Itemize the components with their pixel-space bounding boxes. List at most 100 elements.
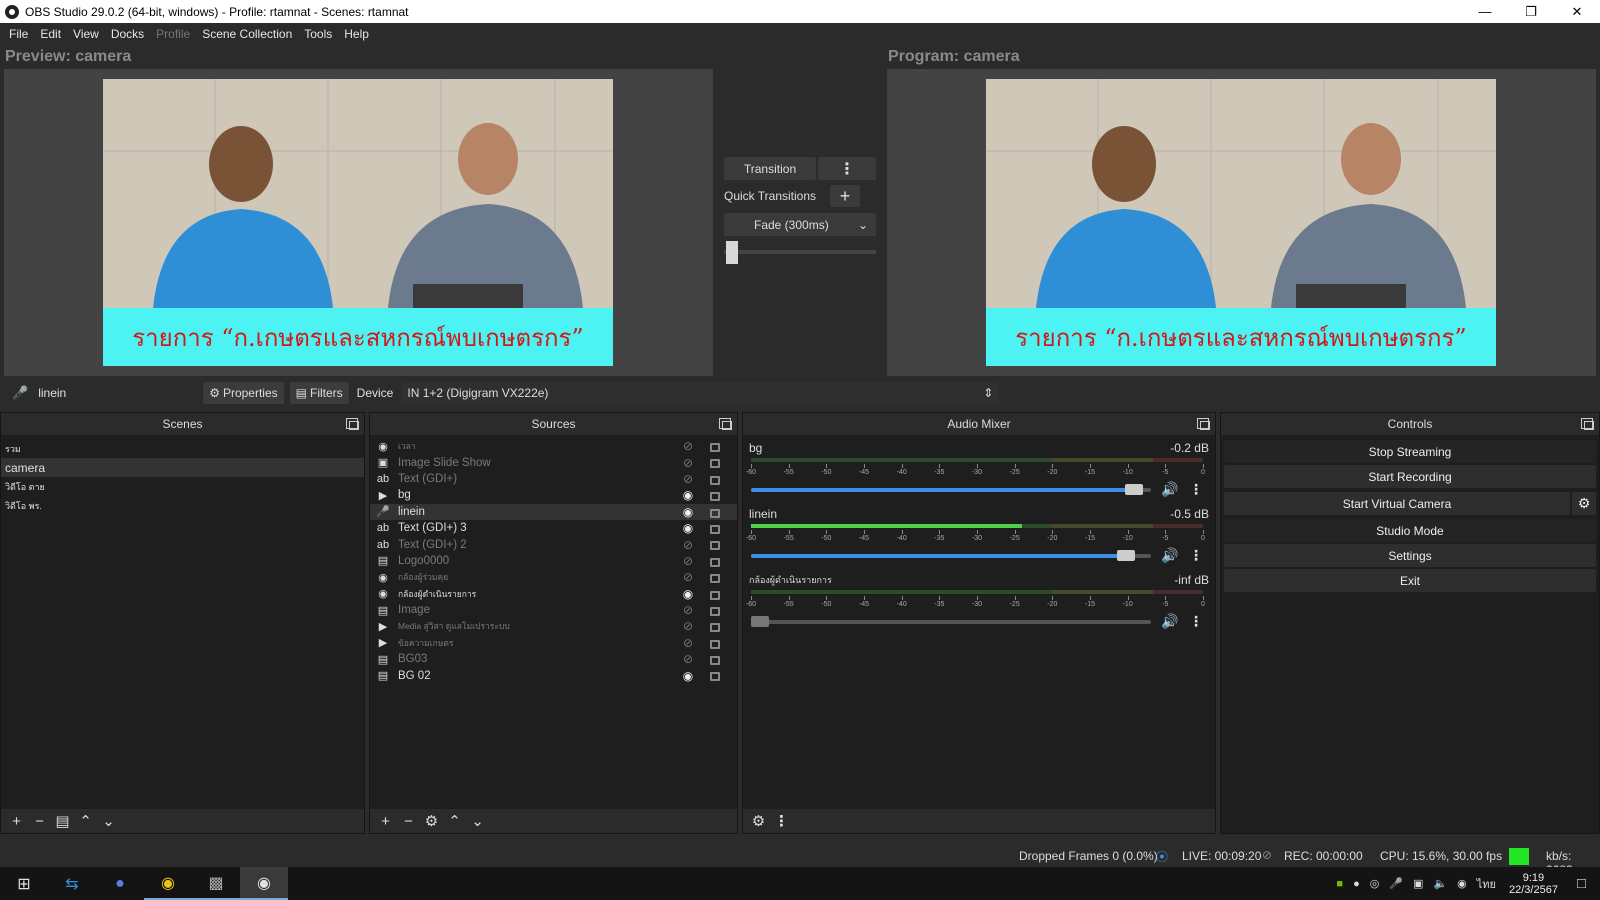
source-item[interactable]: ▤ Image ⊘ (370, 602, 737, 618)
exit-button[interactable]: Exit (1224, 569, 1596, 592)
menu-help[interactable]: Help (338, 27, 375, 41)
add-source-plus-icon[interactable]: + (374, 813, 397, 830)
speaker-mute-icon[interactable]: 🔊 (1161, 481, 1178, 498)
scene-item[interactable]: รวม (1, 439, 364, 458)
t-bar-handle[interactable] (726, 241, 738, 264)
move-down-icon[interactable]: ⌄ (466, 812, 489, 830)
source-properties-gear-icon[interactable]: ⚙ (420, 812, 443, 830)
source-item[interactable]: ab Text (GDI+) 3 ◉ (370, 520, 737, 536)
channel-menu-dots-icon[interactable]: ⋮ (1189, 481, 1203, 498)
eye-hidden-icon[interactable]: ⊘ (680, 538, 696, 552)
menu-docks[interactable]: Docks (105, 27, 150, 41)
speaker-mute-icon[interactable]: 🔊 (1161, 547, 1178, 564)
menu-profile[interactable]: Profile (150, 27, 196, 41)
eye-hidden-icon[interactable]: ⊘ (680, 652, 696, 666)
undock-icon[interactable] (346, 418, 359, 430)
clock[interactable]: 9:19 22/3/2567 (1509, 872, 1558, 896)
lock-icon[interactable] (710, 590, 720, 600)
move-up-icon[interactable]: ⌃ (443, 812, 466, 830)
app-tray-icon[interactable]: ● (1353, 878, 1360, 890)
remove-scene-minus-icon[interactable]: − (28, 813, 51, 830)
lock-icon[interactable] (710, 459, 720, 469)
menu-view[interactable]: View (67, 27, 105, 41)
add-transition-plus-icon[interactable]: + (830, 185, 860, 207)
lock-icon[interactable] (710, 557, 720, 567)
language-indicator[interactable]: ไทย (1477, 875, 1496, 893)
t-bar-track[interactable] (724, 250, 876, 254)
undock-icon[interactable] (1581, 418, 1594, 430)
scene-item[interactable]: camera (1, 458, 364, 477)
lock-icon[interactable] (710, 475, 720, 485)
eye-hidden-icon[interactable]: ⊘ (680, 456, 696, 470)
obs-tray-icon[interactable]: ◉ (1457, 877, 1467, 890)
fader-knob[interactable] (1125, 484, 1143, 495)
device-select[interactable]: IN 1+2 (Digigram VX222e) ⇕ (401, 382, 1000, 404)
menu-file[interactable]: File (3, 27, 34, 41)
transition-button[interactable]: Transition (724, 157, 816, 180)
source-item[interactable]: ▤ BG03 ⊘ (370, 651, 737, 667)
fader-knob[interactable] (1117, 550, 1135, 561)
volume-fader[interactable] (751, 616, 1151, 627)
lock-icon[interactable] (710, 508, 720, 518)
close-button[interactable]: ✕ (1554, 0, 1600, 23)
add-scene-plus-icon[interactable]: + (5, 813, 28, 830)
source-item[interactable]: ◉ กล้องผู้ดำเนินรายการ ◉ (370, 586, 737, 602)
channel-menu-dots-icon[interactable]: ⋮ (1189, 547, 1203, 564)
source-item[interactable]: ▤ Logo0000 ⊘ (370, 553, 737, 569)
source-item[interactable]: 🎤 linein ◉ (370, 503, 737, 520)
speaker-mute-icon[interactable]: 🔊 (1161, 613, 1178, 630)
remove-source-minus-icon[interactable]: − (397, 813, 420, 830)
eye-hidden-icon[interactable]: ⊘ (680, 554, 696, 568)
settings-button[interactable]: Settings (1224, 544, 1596, 567)
eye-hidden-icon[interactable]: ⊘ (680, 619, 696, 633)
chrome-icon[interactable]: ◉ (144, 867, 192, 900)
mic-tray-icon[interactable]: 🎤 (1389, 877, 1403, 890)
source-item[interactable]: ◉ เวลา ⊘ (370, 438, 737, 454)
volume-fader[interactable] (751, 484, 1151, 495)
lock-icon[interactable] (710, 639, 720, 649)
source-item[interactable]: ▶ Media สู่วิสา ดูแลโมเปราระบบ ⊘ (370, 618, 737, 634)
menu-scene-collection[interactable]: Scene Collection (196, 27, 298, 41)
source-item[interactable]: ▣ Image Slide Show ⊘ (370, 454, 737, 470)
undock-icon[interactable] (719, 418, 732, 430)
lock-icon[interactable] (710, 606, 720, 616)
undock-icon[interactable] (1197, 418, 1210, 430)
menu-edit[interactable]: Edit (34, 27, 67, 41)
channel-menu-dots-icon[interactable]: ⋮ (1189, 613, 1203, 630)
source-item[interactable]: ▶ bg ◉ (370, 487, 737, 503)
source-item[interactable]: ▤ BG 02 ◉ (370, 667, 737, 683)
lock-icon[interactable] (710, 672, 720, 682)
eye-icon[interactable]: ◉ (680, 505, 696, 519)
source-item[interactable]: ▶ ข้อความเกษตร ⊘ (370, 635, 737, 651)
eye-hidden-icon[interactable]: ⊘ (680, 570, 696, 584)
move-down-icon[interactable]: ⌄ (97, 812, 120, 830)
scene-item[interactable]: วิดีโอ พร. (1, 496, 364, 515)
eye-hidden-icon[interactable]: ⊘ (680, 472, 696, 486)
studio-mode-button[interactable]: Studio Mode (1224, 519, 1596, 542)
advanced-audio-gear-icon[interactable]: ⚙ (747, 812, 770, 830)
volume-fader[interactable] (751, 550, 1151, 561)
mixer-menu-dots-icon[interactable]: ⋮ (770, 812, 793, 830)
lock-icon[interactable] (710, 492, 720, 502)
transition-fade-select[interactable]: Fade (300ms) ⌄ (724, 213, 876, 236)
lock-icon[interactable] (710, 541, 720, 551)
transition-menu-dots-icon[interactable]: ⋮ (818, 157, 876, 180)
menu-tools[interactable]: Tools (298, 27, 338, 41)
eye-icon[interactable]: ◉ (680, 488, 696, 502)
stop-streaming-button[interactable]: Stop Streaming (1224, 440, 1596, 463)
source-item[interactable]: ab Text (GDI+) 2 ⊘ (370, 536, 737, 552)
speaker-tray-icon[interactable]: 🔈 (1433, 877, 1447, 890)
lock-icon[interactable] (710, 574, 720, 584)
eye-icon[interactable]: ◉ (680, 521, 696, 535)
app-blue-orb-icon[interactable]: ● (96, 867, 144, 900)
lock-icon[interactable] (710, 656, 720, 666)
start-virtual-camera-button[interactable]: Start Virtual Camera (1224, 492, 1570, 515)
move-up-icon[interactable]: ⌃ (74, 812, 97, 830)
fader-knob[interactable] (751, 616, 769, 627)
eye-icon[interactable]: ◉ (680, 587, 696, 601)
eye-hidden-icon[interactable]: ⊘ (680, 636, 696, 650)
eye-icon[interactable]: ◉ (680, 669, 696, 683)
lock-icon[interactable] (710, 443, 720, 452)
filters-button[interactable]: ▤ Filters (289, 382, 349, 404)
video-editor-icon[interactable]: ▩ (192, 867, 240, 900)
